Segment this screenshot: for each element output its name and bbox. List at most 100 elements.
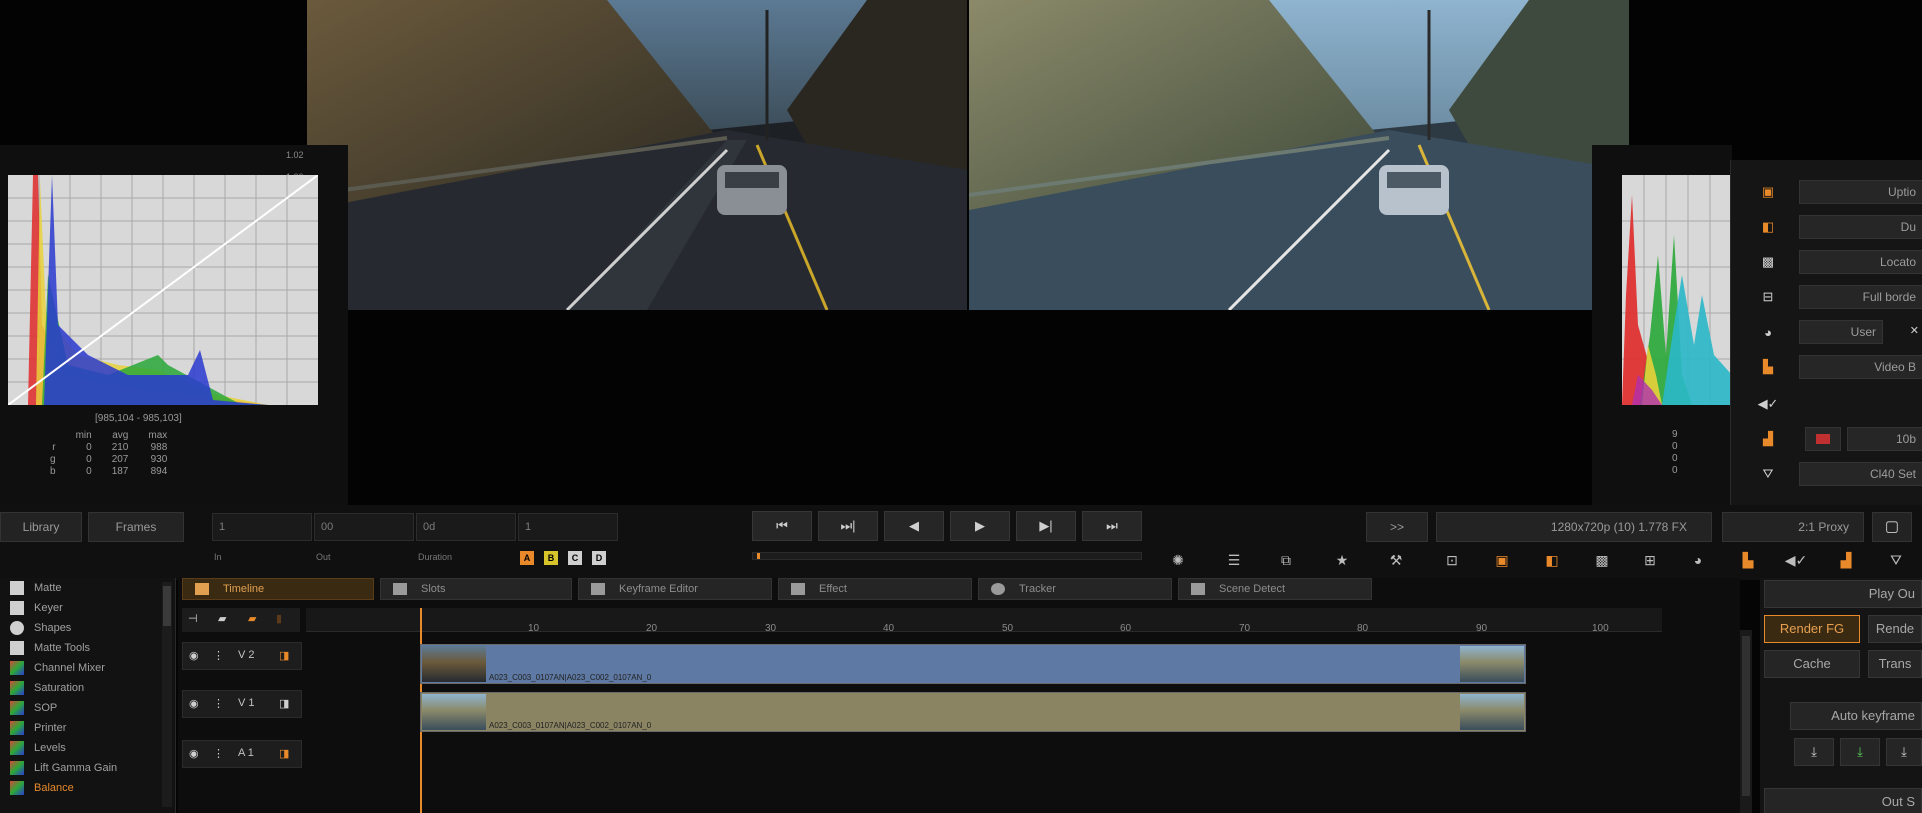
scrubber-handle[interactable]	[757, 553, 760, 559]
node-toolbar-icon[interactable]: ⛛	[1886, 550, 1906, 570]
tool-row-scope[interactable]: ▟ 10b	[1731, 425, 1922, 453]
list-item[interactable]: Channel Mixer	[10, 658, 105, 678]
list-item[interactable]: Saturation	[10, 678, 84, 698]
tab-effect[interactable]: Effect	[778, 578, 972, 600]
frames-button[interactable]: Frames	[88, 512, 184, 542]
play-reverse-button[interactable]: ◀	[884, 511, 944, 541]
list-item[interactable]: Printer	[10, 718, 66, 738]
fullscreen-button[interactable]: ▢	[1872, 512, 1912, 542]
lock-icon[interactable]: ▮	[276, 612, 282, 625]
tool-button[interactable]: Du	[1799, 215, 1922, 239]
lock-icon[interactable]: ⋮	[213, 697, 224, 710]
right-histogram-plot[interactable]	[1622, 175, 1732, 405]
tool-button[interactable]: User	[1799, 320, 1883, 344]
track-color-icon[interactable]: ◨	[279, 747, 289, 760]
scope-icon[interactable]: ▟	[1759, 430, 1777, 448]
timeline-scrollbar[interactable]	[1740, 630, 1752, 813]
camera-icon[interactable]: ▰	[218, 612, 226, 625]
tab-slots[interactable]: Slots	[380, 578, 572, 600]
list-item[interactable]: Shapes	[10, 618, 71, 638]
trans-button[interactable]: Trans	[1868, 650, 1922, 678]
cache-button[interactable]: Cache	[1764, 650, 1860, 678]
tag-a[interactable]: A	[520, 551, 534, 565]
source-viewer[interactable]	[307, 0, 967, 310]
tool-button[interactable]: Video B	[1799, 355, 1922, 379]
resolution-selector[interactable]: 1280x720p (10) 1.778 FX	[1436, 512, 1712, 542]
safe-frame-icon[interactable]: ⊡	[1442, 550, 1462, 570]
compare-icon[interactable]: ▣	[1759, 183, 1777, 201]
next-frame-button[interactable]: ▶|	[1016, 511, 1076, 541]
color-toolbar-icon[interactable]: ◕	[1688, 550, 1708, 570]
tag-c[interactable]: C	[568, 551, 582, 565]
tab-scene-detect[interactable]: Scene Detect	[1178, 578, 1372, 600]
list-item[interactable]: Matte Tools	[10, 638, 90, 658]
render-fg-button[interactable]: Render FG	[1764, 615, 1860, 643]
scrollbar-thumb[interactable]	[163, 586, 171, 626]
tab-tracker[interactable]: Tracker	[978, 578, 1172, 600]
scrollbar-thumb[interactable]	[1742, 636, 1750, 796]
clip-v2[interactable]: A023_C003_0107AN|A023_C002_0107AN_0	[420, 644, 1526, 684]
track-header-v1[interactable]: ◉ ⋮ V 1 ◨	[182, 690, 302, 718]
list-item[interactable]: Keyer	[10, 598, 63, 618]
visibility-icon[interactable]: ◉	[189, 747, 199, 760]
tool-row-node[interactable]: ⛛ Cl40 Set	[1731, 460, 1922, 488]
safe-area-icon[interactable]: ⊟	[1759, 288, 1777, 306]
tool-row-frame[interactable]: ▩ Locato	[1731, 248, 1922, 276]
tab-keyframe-editor[interactable]: Keyframe Editor	[578, 578, 772, 600]
frame-field[interactable]: 1	[518, 513, 618, 541]
track-header-v2[interactable]: ◉ ⋮ V 2 ◨	[182, 642, 302, 670]
tool-button[interactable]: 10b	[1847, 427, 1922, 451]
guide-toolbar-icon[interactable]: ⊞	[1640, 550, 1660, 570]
tool-row-histogram[interactable]: ▙ Video B	[1731, 353, 1922, 381]
node-icon[interactable]: ⛛	[1759, 465, 1777, 483]
play-button[interactable]: ▶	[950, 511, 1010, 541]
histogram-icon[interactable]: ▙	[1759, 358, 1777, 376]
scope-mode-button[interactable]	[1805, 427, 1841, 451]
tool-row-color[interactable]: ◕ User ✕	[1731, 318, 1922, 346]
swap-icon[interactable]: ✕	[1910, 324, 1919, 337]
audio-icon[interactable]: ◀✓	[1758, 395, 1779, 413]
playhead-scrubber[interactable]	[752, 552, 1142, 560]
library-button[interactable]: Library	[0, 512, 82, 542]
scope-toolbar-icon[interactable]: ▟	[1836, 550, 1856, 570]
visibility-icon[interactable]: ◉	[189, 697, 199, 710]
list-item[interactable]: Matte	[10, 578, 62, 598]
tool-button[interactable]: Full borde	[1799, 285, 1922, 309]
tool-button[interactable]: Cl40 Set	[1799, 462, 1922, 486]
frame-icon[interactable]: ▩	[1759, 253, 1777, 271]
play-out-button[interactable]: Play Ou	[1764, 580, 1922, 608]
wrench-icon[interactable]: ⚒	[1386, 550, 1406, 570]
go-to-start-button[interactable]: ⏮	[752, 511, 812, 541]
split-icon[interactable]: ◧	[1759, 218, 1777, 236]
export-icon[interactable]: ⧉	[1276, 550, 1296, 570]
go-to-end-button[interactable]: ⏭	[1082, 511, 1142, 541]
color-track-icon[interactable]: ▰	[248, 612, 256, 625]
list-icon[interactable]: ☰	[1224, 550, 1244, 570]
split-toolbar-icon[interactable]: ◧	[1542, 550, 1562, 570]
list-item[interactable]: Levels	[10, 738, 66, 758]
tool-row-safe-area[interactable]: ⊟ Full borde	[1731, 283, 1922, 311]
histogram-toolbar-icon[interactable]: ▙	[1738, 550, 1758, 570]
lock-icon[interactable]: ⋮	[213, 649, 224, 662]
render-b-button[interactable]: Rende	[1868, 615, 1922, 643]
list-item[interactable]: Lift Gamma Gain	[10, 758, 117, 778]
track-color-icon[interactable]: ◨	[279, 649, 289, 662]
node-list-scrollbar[interactable]	[162, 582, 172, 807]
compare-toolbar-icon[interactable]: ▣	[1492, 550, 1512, 570]
left-histogram-plot[interactable]	[7, 174, 319, 406]
proxy-selector[interactable]: 2:1 Proxy	[1722, 512, 1864, 542]
favorite-icon[interactable]: ★	[1332, 550, 1352, 570]
clip-v1[interactable]: A023_C003_0107AN|A023_C002_0107AN_0	[420, 692, 1526, 732]
frame-toolbar-icon[interactable]: ▩	[1592, 550, 1612, 570]
visibility-icon[interactable]: ◉	[189, 649, 199, 662]
tab-timeline[interactable]: Timeline	[182, 578, 374, 600]
keyframe-set-button[interactable]: ⤓	[1840, 738, 1880, 766]
auto-keyframe-button[interactable]: Auto keyframe	[1790, 702, 1922, 730]
list-item[interactable]: SOP	[10, 698, 57, 718]
list-item-selected[interactable]: Balance	[10, 778, 74, 798]
out-field[interactable]: 00	[314, 513, 414, 541]
timeline-ruler[interactable]	[306, 608, 1662, 632]
keyframe-add-button[interactable]: ⤓	[1794, 738, 1834, 766]
track-color-icon[interactable]: ◨	[279, 697, 289, 710]
grade-icon[interactable]: ✺	[1168, 550, 1188, 570]
